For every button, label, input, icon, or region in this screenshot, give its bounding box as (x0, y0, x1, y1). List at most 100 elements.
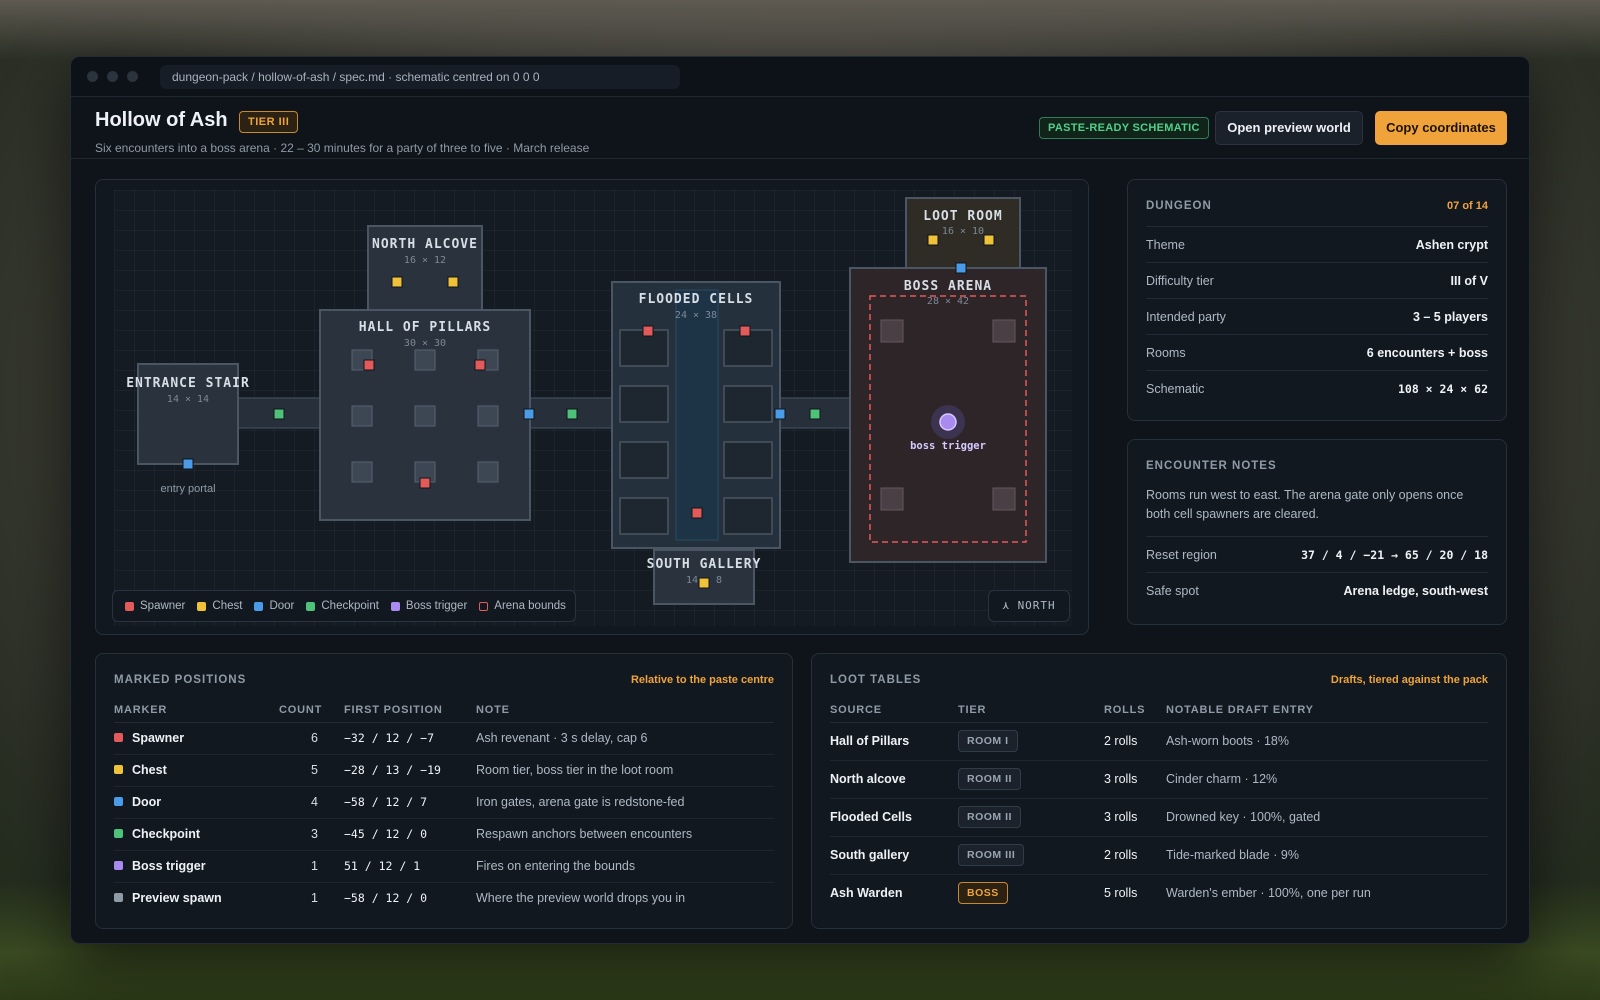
door-marker[interactable] (182, 458, 194, 470)
table-header-row: MARKER COUNT FIRST POSITION NOTE (114, 698, 774, 723)
room-label-boss-arena: BOSS ARENA (904, 279, 992, 294)
table-row[interactable]: Chest 5 −28 / 13 / −19 Room tier, boss t… (114, 754, 774, 787)
chest-marker[interactable] (447, 276, 459, 288)
legend-door: Door (254, 600, 294, 612)
legend-chest: Chest (197, 600, 242, 612)
marked-heading: MARKED POSITIONS (114, 674, 247, 686)
property-value: 6 encounters + boss (1366, 345, 1488, 360)
north-label: NORTH (1017, 599, 1056, 612)
chest-marker[interactable] (391, 276, 403, 288)
column-header: COUNT (279, 698, 344, 723)
marked-positions-panel: MARKED POSITIONS Relative to the paste c… (95, 653, 793, 929)
spawner-swatch (125, 601, 134, 611)
minimize-window-dot[interactable] (107, 71, 118, 82)
boss-trigger-marker[interactable] (939, 413, 957, 431)
water-channel (675, 289, 719, 541)
table-row[interactable]: South gallery ROOM III 2 rolls Tide-mark… (830, 836, 1488, 875)
column-header: MARKER (114, 698, 279, 723)
position-cell: −28 / 13 / −19 (344, 754, 476, 787)
spawner-marker[interactable] (739, 325, 751, 337)
table-row[interactable]: Door 4 −58 / 12 / 7 Iron gates, arena ga… (114, 786, 774, 819)
legend-boss-trigger: Boss trigger (390, 600, 467, 612)
spawner-marker[interactable] (691, 507, 703, 519)
north-indicator: ⋏ NORTH (988, 590, 1070, 622)
note-cell: Fires on entering the bounds (476, 850, 774, 883)
tier-cell: ROOM II (958, 760, 1104, 799)
checkpoint-swatch (306, 601, 316, 611)
property-key: Reset region (1146, 547, 1217, 562)
property-key: Theme (1146, 237, 1185, 252)
count-cell: 6 (279, 722, 344, 755)
chest-marker[interactable] (698, 577, 710, 589)
marker-name: Boss trigger (132, 859, 206, 873)
map-legend: Spawner Chest Door Checkpoint Boss trigg… (112, 590, 576, 622)
page-title: Hollow of Ash (95, 109, 228, 131)
property-row: Reset region 37 / 4 / −21 → 65 / 20 / 18 (1146, 536, 1488, 572)
door-marker[interactable] (955, 262, 967, 274)
count-cell: 1 (311, 891, 318, 906)
table-row[interactable]: Checkpoint 3 −45 / 12 / 0 Respawn anchor… (114, 818, 774, 851)
spawner-marker[interactable] (363, 359, 375, 371)
table-row[interactable]: Ash Warden BOSS 5 rolls Warden's ember ·… (830, 874, 1488, 912)
position-cell: −58 / 12 / 7 (344, 786, 476, 819)
boss-tier-pill: BOSS (958, 882, 1008, 905)
room-size-loot: 16 × 10 (942, 226, 984, 237)
marked-positions-table: MARKER COUNT FIRST POSITION NOTE Spawner… (114, 698, 774, 914)
column-header: ROLLS (1104, 698, 1166, 723)
entry-cell: Drowned key · 100%, gated (1166, 798, 1488, 837)
table-row[interactable]: Flooded Cells ROOM II 3 rolls Drowned ke… (830, 798, 1488, 837)
rolls-cell: 5 rolls (1104, 886, 1138, 901)
dungeon-heading: DUNGEON (1146, 200, 1212, 212)
room-label-north-alcove: NORTH ALCOVE (372, 237, 478, 252)
note-cell: Respawn anchors between encounters (476, 818, 774, 851)
checkpoint-swatch (114, 829, 123, 838)
table-row[interactable]: North alcove ROOM II 3 rolls Cinder char… (830, 760, 1488, 799)
open-preview-button[interactable]: Open preview world (1215, 111, 1363, 145)
chest-marker[interactable] (983, 234, 995, 246)
path-bar[interactable]: dungeon-pack / hollow-of-ash / spec.md ·… (160, 64, 680, 89)
marker-cell: Door (114, 786, 279, 819)
legend-arena-bounds: Arena bounds (479, 600, 566, 612)
chest-marker[interactable] (927, 234, 939, 246)
table-row[interactable]: Hall of Pillars ROOM I 2 rolls Ash-worn … (830, 722, 1488, 761)
copy-coordinates-button[interactable]: Copy coordinates (1375, 111, 1507, 145)
checkpoint-marker[interactable] (809, 408, 821, 420)
dungeon-properties: Theme Ashen crypt Difficulty tier III of V… (1146, 226, 1488, 406)
entry-cell: Ash-worn boots · 18% (1166, 722, 1488, 761)
spawner-marker[interactable] (419, 477, 431, 489)
table-row[interactable]: Boss trigger 1 51 / 12 / 1 Fires on ente… (114, 850, 774, 883)
note-cell: Iron gates, arena gate is redstone-fed (476, 786, 774, 819)
door-marker[interactable] (774, 408, 786, 420)
property-value: Ashen crypt (1415, 237, 1488, 252)
tier-cell: BOSS (958, 874, 1104, 912)
count-cell: 4 (279, 786, 344, 819)
door-marker[interactable] (523, 408, 535, 420)
column-header: NOTE (476, 698, 774, 723)
marker-name: Preview spawn (132, 891, 222, 906)
source-cell: South gallery (830, 836, 958, 875)
maximize-window-dot[interactable] (127, 71, 138, 82)
entry-cell: Cinder charm · 12% (1166, 760, 1488, 799)
table-row[interactable]: Spawner 6 −32 / 12 / −7 Ash revenant · 3… (114, 722, 774, 755)
chest-swatch (114, 765, 123, 774)
chest-swatch (197, 601, 207, 611)
room-label-hall: HALL OF PILLARS (359, 320, 491, 335)
spawner-marker[interactable] (474, 359, 486, 371)
marked-note: Relative to the paste centre (630, 674, 774, 686)
checkpoint-marker[interactable] (566, 408, 578, 420)
close-window-dot[interactable] (87, 71, 98, 82)
count-cell: 5 (279, 754, 344, 787)
page-header: Hollow of Ash TIER III Six encounters in… (71, 97, 1529, 159)
count-cell: 3 (279, 818, 344, 851)
entry-cell: Tide-marked blade · 9% (1166, 836, 1488, 875)
loot-table: SOURCE TIER ROLLS NOTABLE DRAFT ENTRY Ha… (830, 698, 1488, 912)
table-row[interactable]: Preview spawn 1 −58 / 12 / 0 Where the p… (114, 882, 774, 914)
legend-door-label: Door (269, 600, 295, 612)
checkpoint-marker[interactable] (273, 408, 285, 420)
room-size-hall: 30 × 30 (404, 338, 446, 349)
column-header: FIRST POSITION (344, 698, 476, 723)
marker-name: Door (132, 795, 162, 809)
room-label-loot: LOOT ROOM (923, 209, 1002, 224)
room-size-flooded: 24 × 38 (675, 310, 717, 321)
spawner-marker[interactable] (642, 325, 654, 337)
